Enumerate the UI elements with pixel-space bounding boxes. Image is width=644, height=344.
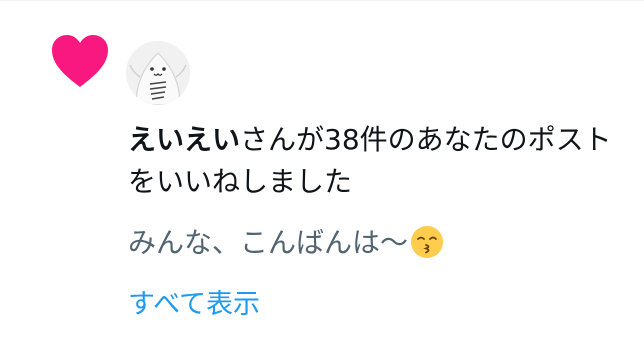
kissing-face-emoji (410, 225, 444, 259)
user-avatar[interactable] (126, 41, 190, 105)
user-name-link[interactable]: えいえい (128, 123, 240, 156)
like-notification[interactable]: えいえいさんが38件のあなたのポストをいいねしました みんな、こんばんは〜 すべ… (0, 0, 644, 344)
show-all-link[interactable]: すべて表示 (128, 285, 260, 325)
post-preview[interactable]: みんな、こんばんは〜 (128, 223, 628, 263)
post-preview-text: みんな、こんばんは〜 (128, 226, 409, 259)
notification-message: えいえいさんが38件のあなたのポストをいいねしました (128, 119, 628, 203)
heart-icon (50, 33, 110, 89)
